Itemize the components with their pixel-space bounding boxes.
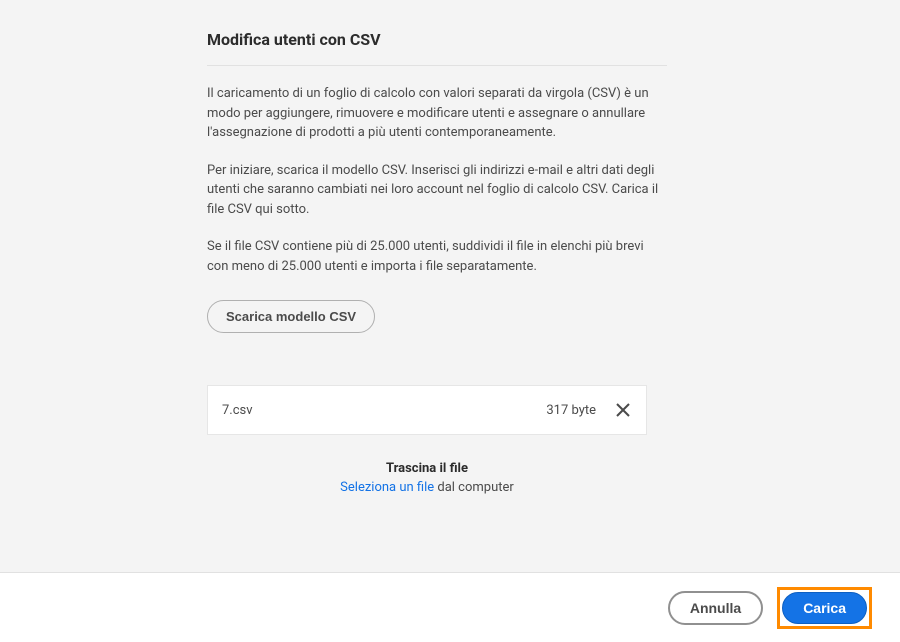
dialog-title: Modifica utenti con CSV <box>207 30 667 65</box>
drop-area[interactable]: Trascina il file Seleziona un file dal c… <box>207 461 647 495</box>
uploaded-file-row: 7.csv 317 byte <box>207 385 647 435</box>
drop-suffix: dal computer <box>434 480 514 495</box>
dialog-footer: Annulla Carica <box>0 572 900 642</box>
cancel-button[interactable]: Annulla <box>668 591 763 625</box>
close-icon <box>616 403 630 417</box>
upload-button[interactable]: Carica <box>782 592 867 624</box>
upload-button-highlight: Carica <box>777 587 872 629</box>
intro-paragraph-1: Il caricamento di un foglio di calcolo c… <box>207 84 667 143</box>
download-csv-template-button[interactable]: Scarica modello CSV <box>207 300 375 333</box>
drop-subtitle: Seleziona un file dal computer <box>207 480 647 495</box>
remove-file-button[interactable] <box>614 401 632 419</box>
drop-title: Trascina il file <box>207 461 647 476</box>
csv-edit-dialog: Modifica utenti con CSV Il caricamento d… <box>207 30 667 495</box>
uploaded-file-name: 7.csv <box>222 403 546 418</box>
divider <box>207 65 667 66</box>
intro-paragraph-3: Se il file CSV contiene più di 25.000 ut… <box>207 237 667 276</box>
select-file-link[interactable]: Seleziona un file <box>340 480 434 495</box>
intro-paragraph-2: Per iniziare, scarica il modello CSV. In… <box>207 161 667 220</box>
uploaded-file-size: 317 byte <box>546 403 596 418</box>
